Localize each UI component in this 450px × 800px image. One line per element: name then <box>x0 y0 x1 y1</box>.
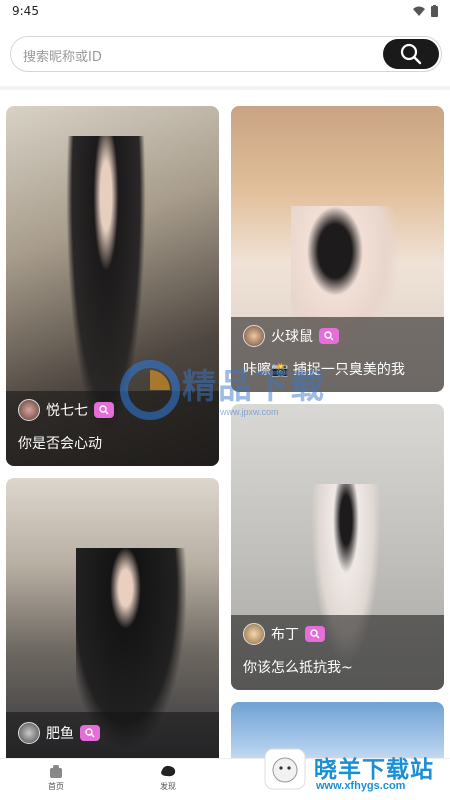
watermark-logo-icon <box>120 360 180 420</box>
watermark-text: 精品下载 <box>182 368 326 406</box>
watermark-center: 精品下载 www.jpxw.com <box>120 355 360 425</box>
post-card[interactable]: 布丁 你该怎么抵抗我~ <box>231 404 444 690</box>
avatar[interactable] <box>243 325 265 347</box>
watermark-url: www.jpxw.com <box>220 407 279 417</box>
wifi-icon <box>413 6 425 16</box>
search-icon <box>85 728 95 738</box>
search-user-badge <box>94 402 114 418</box>
search-user-badge <box>319 328 339 344</box>
tab-label: 发现 <box>160 782 176 791</box>
search-bar[interactable]: 搜索昵称或ID <box>10 36 442 72</box>
post-card[interactable]: 火球鼠 咔嚓📸 捕捉一只臭美的我 <box>231 106 444 392</box>
discover-icon <box>161 765 176 777</box>
tab-home[interactable]: 首页 <box>26 763 86 792</box>
search-user-badge <box>80 725 100 741</box>
avatar[interactable] <box>18 722 40 744</box>
avatar[interactable] <box>18 399 40 421</box>
post-caption: 你是否会心动 <box>18 436 102 452</box>
watermark-text: 晓羊下载站 <box>314 756 434 782</box>
user-row[interactable]: 肥鱼 <box>18 722 100 744</box>
username[interactable]: 悦七七 <box>46 400 88 420</box>
avatar[interactable] <box>243 623 265 645</box>
user-row[interactable]: 悦七七 <box>18 399 114 421</box>
tab-label: 首页 <box>48 782 64 791</box>
search-icon <box>99 405 109 415</box>
search-user-badge <box>305 626 325 642</box>
username[interactable]: 火球鼠 <box>271 326 313 346</box>
username[interactable]: 布丁 <box>271 624 299 644</box>
search-input[interactable]: 搜索昵称或ID <box>23 46 102 65</box>
search-icon <box>310 629 320 639</box>
user-row[interactable]: 布丁 <box>243 623 325 645</box>
system-icons <box>413 5 438 17</box>
home-icon <box>50 765 62 778</box>
username[interactable]: 肥鱼 <box>46 723 74 743</box>
search-icon <box>324 331 334 341</box>
search-button[interactable] <box>383 39 439 69</box>
tab-discover[interactable]: 发现 <box>138 763 198 792</box>
watermark-url: www.xfhygs.com <box>316 780 406 792</box>
watermark-bottom: 晓羊下载站 www.xfhygs.com <box>262 744 448 798</box>
post-caption: 你该怎么抵抗我~ <box>243 660 353 676</box>
post-card[interactable]: 肥鱼 <box>6 478 219 768</box>
divider <box>0 86 450 90</box>
status-time: 9:45 <box>12 4 39 18</box>
battery-icon <box>431 5 438 17</box>
user-row[interactable]: 火球鼠 <box>243 325 339 347</box>
status-bar: 9:45 <box>0 0 450 26</box>
sheep-logo-icon <box>264 748 306 790</box>
card-caption: 布丁 你该怎么抵抗我~ <box>231 615 444 690</box>
search-icon <box>400 43 422 65</box>
